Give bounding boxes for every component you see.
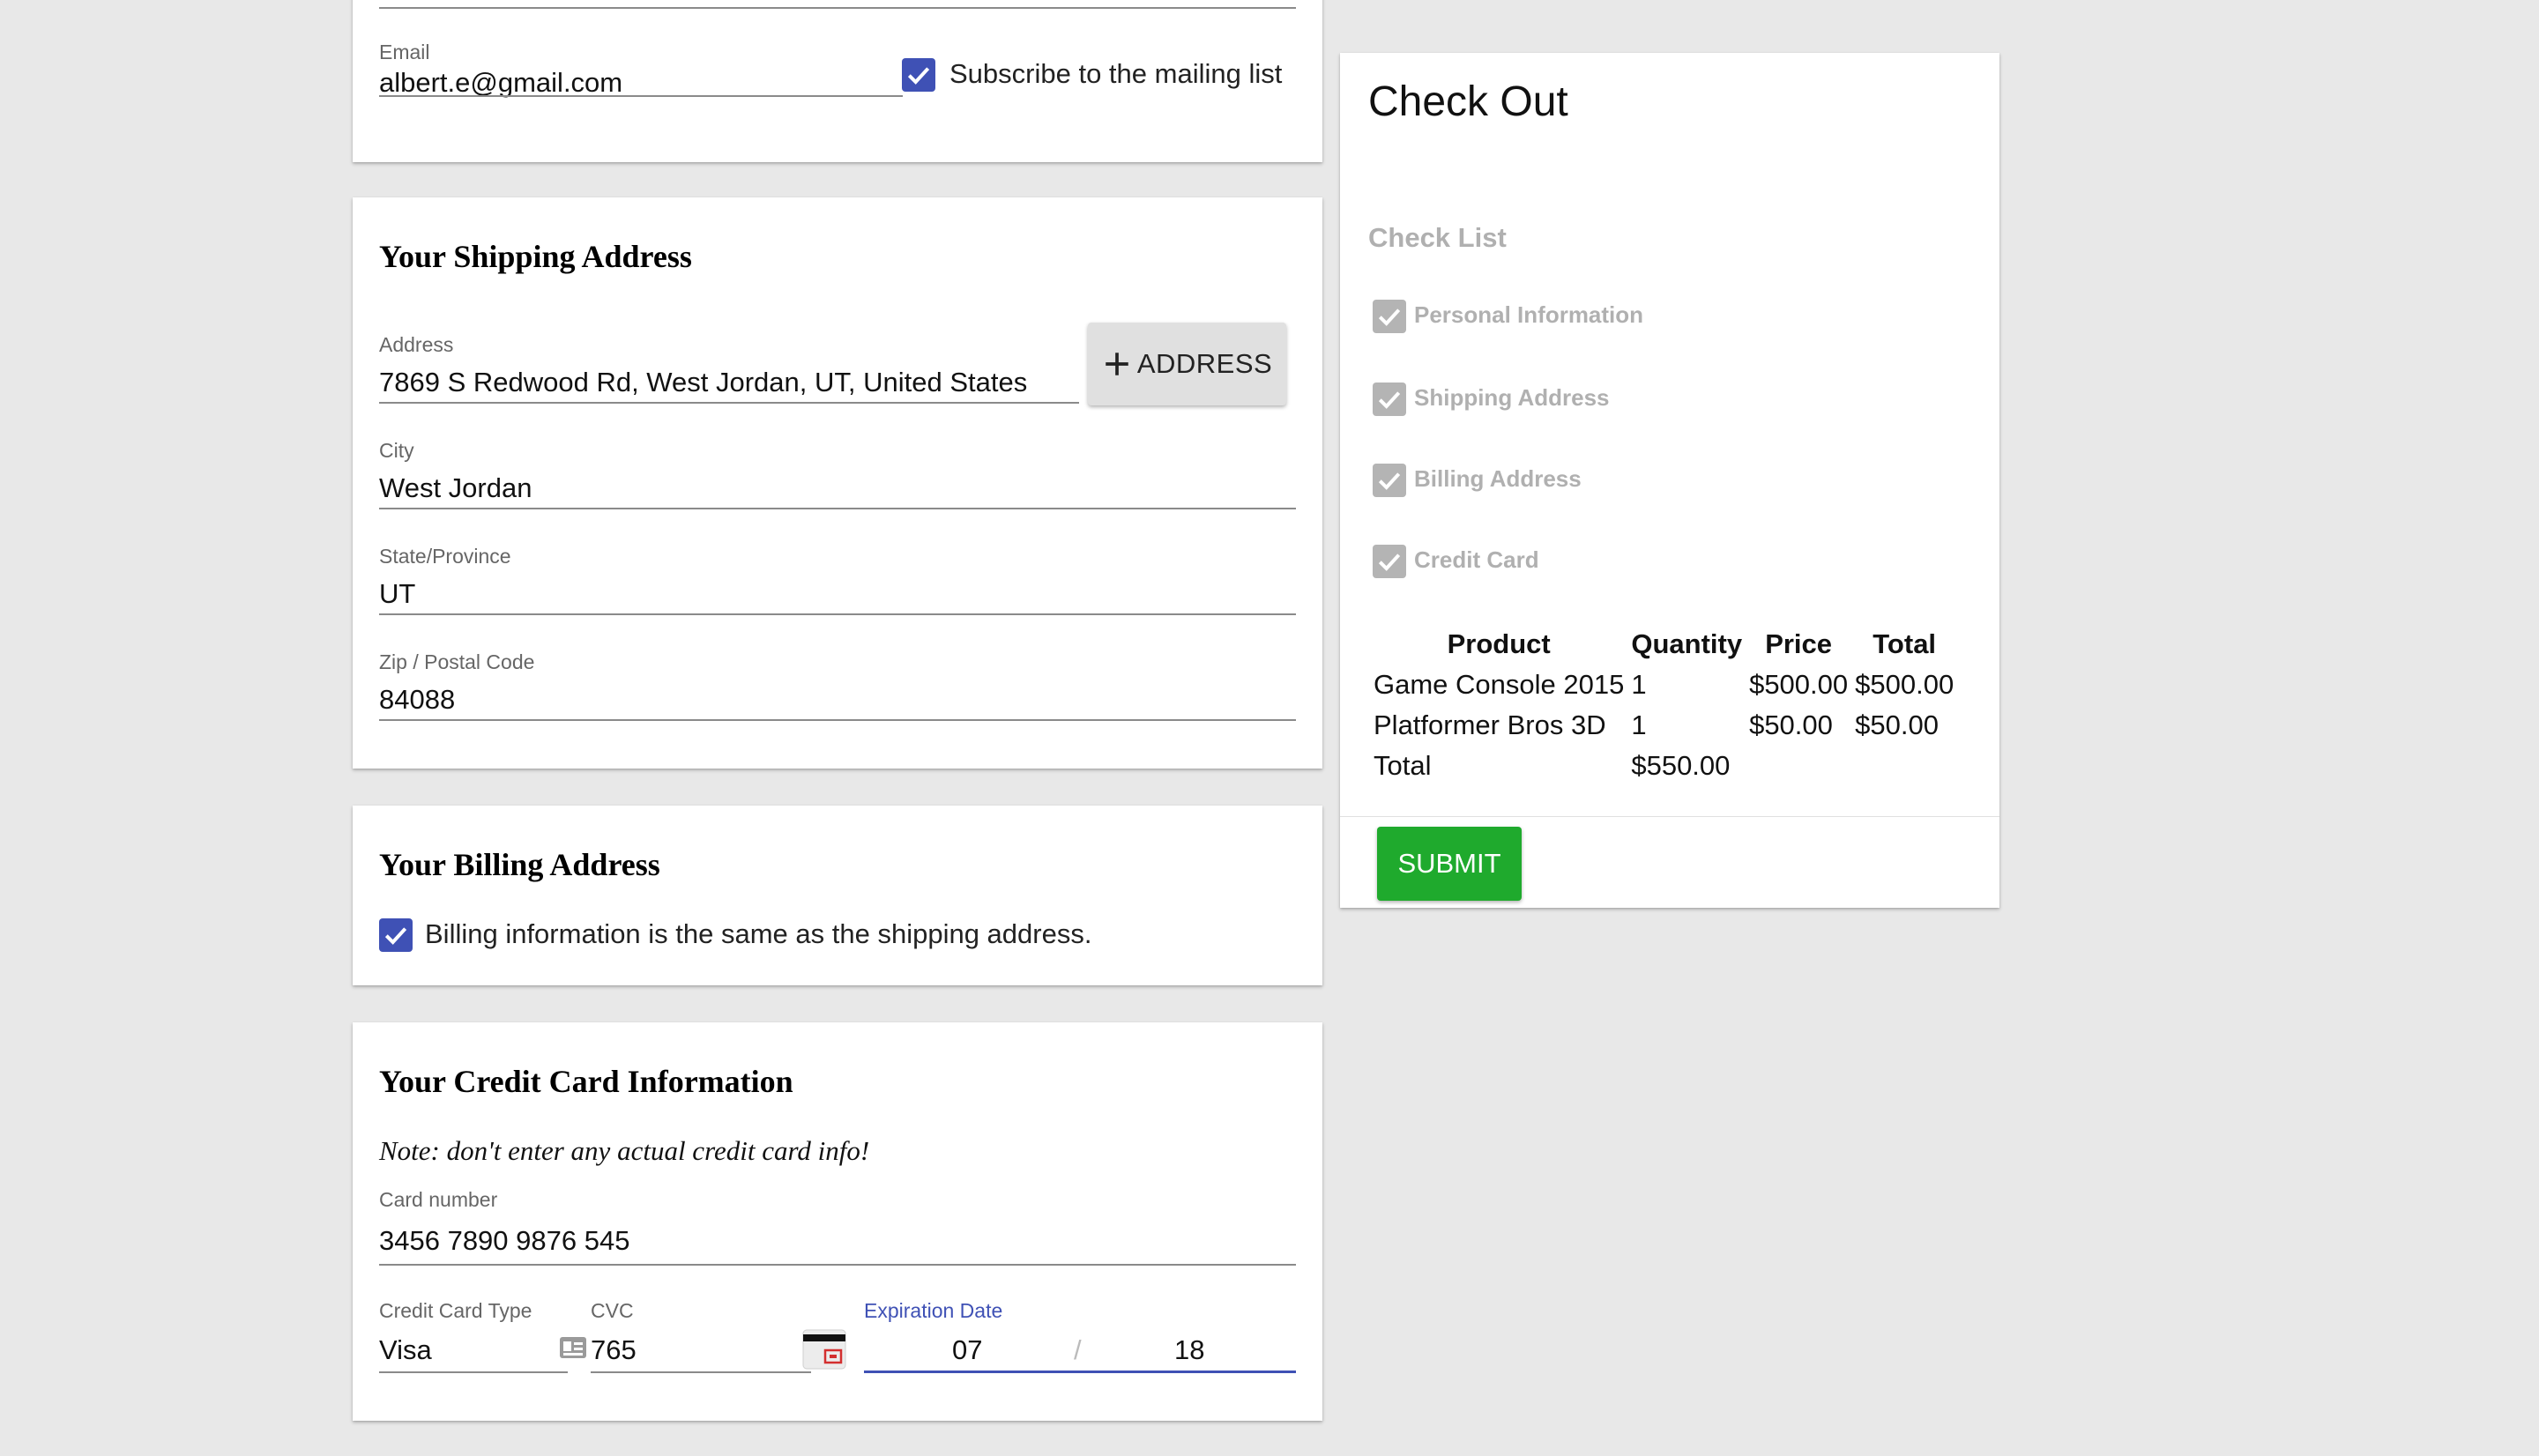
total-value-cell: $550.00 [1631,750,1731,781]
contact-card: Email albert.e@gmail.com Subscribe to th… [353,0,1322,162]
check-icon [1378,308,1401,326]
address-field[interactable]: Address 7869 S Redwood Rd, West Jordan, … [379,333,1079,404]
checklist-checkbox [1373,464,1406,497]
credit-card-card: Your Credit Card Information Note: don't… [353,1022,1322,1421]
card-number-field[interactable]: Card number 3456 7890 9876 545 [379,1188,1296,1266]
cvc-field[interactable]: CVC 765 [591,1299,811,1373]
check-icon [384,927,407,945]
checklist-item-label: Credit Card [1414,546,1539,573]
checklist-checkbox [1373,383,1406,416]
total-cell: $500.00 [1855,669,1955,700]
quantity-cell: 1 [1631,709,1647,740]
credit-card-note: Note: don't enter any actual credit card… [379,1135,870,1166]
check-icon [1378,472,1401,490]
checkout-divider [1340,816,1999,817]
zip-label: Zip / Postal Code [379,650,535,673]
column-header-total: Total [1873,628,1937,659]
table-row: Platformer Bros 3D 1 $50.00 $50.00 [1370,705,1957,746]
card-type-field[interactable]: Credit Card Type Visa [379,1299,568,1373]
cvc-label: CVC [591,1299,634,1322]
checkout-card: Check Out Check List Personal Informatio… [1340,53,1999,908]
price-cell: $50.00 [1749,709,1833,740]
email-label: Email [379,41,430,63]
address-label: Address [379,333,454,356]
shipping-heading: Your Shipping Address [379,239,692,274]
expiration-field[interactable]: Expiration Date 07 / 18 [864,1299,1296,1373]
checklist-checkbox [1373,300,1406,333]
check-icon [907,67,930,85]
address-value[interactable]: 7869 S Redwood Rd, West Jordan, UT, Unit… [379,367,1027,398]
subscribe-checkbox[interactable] [902,58,935,92]
card-back-icon [802,1329,846,1370]
order-table: Product Quantity Price Total Game Consol… [1370,624,1957,786]
total-label-cell: Total [1374,750,1432,781]
product-cell: Game Console 2015 [1374,669,1625,700]
billing-card: Your Billing Address Billing information… [353,806,1322,985]
checklist-heading: Check List [1368,222,1507,253]
id-card-icon [559,1336,587,1359]
checklist-checkbox [1373,545,1406,578]
card-type-label: Credit Card Type [379,1299,532,1322]
card-number-value[interactable]: 3456 7890 9876 545 [379,1225,629,1257]
state-value[interactable]: UT [379,578,415,610]
checklist-item-label: Billing Address [1414,465,1582,492]
add-address-label: ADDRESS [1136,348,1273,379]
same-as-shipping-label: Billing information is the same as the s… [425,918,1092,949]
zip-value[interactable]: 84088 [379,684,455,716]
city-label: City [379,439,414,462]
plus-icon [1106,353,1128,375]
same-as-shipping-checkbox[interactable] [379,918,413,952]
total-cell: $50.00 [1855,709,1939,740]
add-address-button[interactable]: ADDRESS [1088,323,1286,405]
table-row: Game Console 2015 1 $500.00 $500.00 [1370,665,1957,705]
order-table-header: Product Quantity Price Total [1370,624,1957,665]
billing-heading: Your Billing Address [379,847,660,882]
price-cell: $500.00 [1749,669,1849,700]
card-type-value[interactable]: Visa [379,1334,432,1366]
credit-card-heading: Your Credit Card Information [379,1064,793,1099]
subscribe-label: Subscribe to the mailing list [949,58,1283,89]
state-field[interactable]: State/Province UT [379,545,1296,615]
product-cell: Platformer Bros 3D [1374,709,1606,740]
zip-field[interactable]: Zip / Postal Code 84088 [379,650,1296,721]
checklist-item-label: Personal Information [1414,301,1644,328]
submit-button[interactable]: SUBMIT [1377,827,1522,901]
check-icon [1378,391,1401,409]
previous-field-line [379,7,1296,9]
column-header-product: Product [1447,628,1551,659]
email-value[interactable]: albert.e@gmail.com [379,67,622,99]
email-field[interactable]: Email albert.e@gmail.com [379,41,903,99]
expiration-separator: / [1074,1334,1082,1365]
submit-label: SUBMIT [1397,848,1501,879]
expiration-year[interactable]: 18 [1174,1334,1204,1366]
shipping-card: Your Shipping Address Address 7869 S Red… [353,197,1322,769]
state-label: State/Province [379,545,511,568]
card-number-label: Card number [379,1188,498,1211]
expiration-month[interactable]: 07 [952,1334,982,1366]
city-field[interactable]: City West Jordan [379,439,1296,509]
checklist-item-label: Shipping Address [1414,384,1610,411]
quantity-cell: 1 [1631,669,1647,700]
expiration-label: Expiration Date [864,1299,1003,1322]
city-value[interactable]: West Jordan [379,472,532,504]
checkout-title: Check Out [1368,78,1568,125]
column-header-quantity: Quantity [1631,628,1743,659]
column-header-price: Price [1765,628,1833,659]
check-icon [1378,553,1401,571]
table-total-row: Total $550.00 [1370,746,1957,786]
cvc-value[interactable]: 765 [591,1334,637,1366]
